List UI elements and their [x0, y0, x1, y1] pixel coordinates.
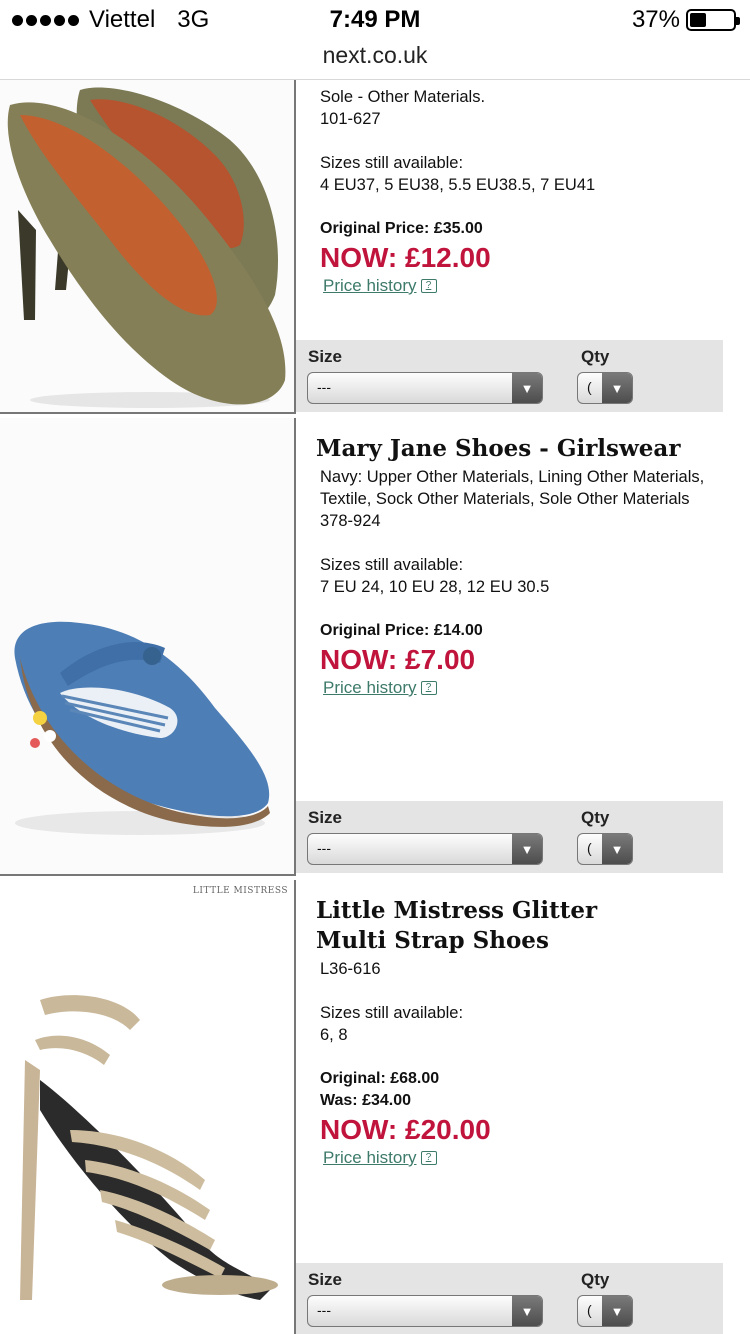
product-image[interactable]: LITTLE MISTRESS [0, 880, 296, 1334]
size-qty-panel: Size Qty --- ▼ ( ▼ [296, 801, 723, 873]
brand-logo: LITTLE MISTRESS [192, 886, 288, 896]
qty-label: Qty [581, 1270, 610, 1289]
glitter-strap-sandal-image [0, 880, 294, 1334]
product-code: 101-627 [320, 110, 381, 128]
help-icon: ? [420, 1151, 437, 1165]
product-code: 378-924 [320, 512, 381, 530]
url-text: next.co.uk [322, 42, 428, 68]
was-price: Was: £34.00 [320, 1092, 412, 1109]
size-select[interactable]: --- ▼ [307, 372, 543, 404]
size-select[interactable]: --- ▼ [307, 1295, 543, 1327]
product-info: Little Mistress Glitter Multi Strap Shoe… [316, 896, 730, 1168]
sizes-heading: Sizes still available: [320, 556, 464, 574]
chevron-down-icon: ▼ [512, 834, 542, 864]
price-history-link[interactable]: Price history ? [323, 678, 437, 698]
qty-select[interactable]: ( ▼ [577, 833, 633, 865]
product-title[interactable]: Mary Jane Shoes - Girlswear [316, 434, 730, 464]
original-price: Original Price: £35.00 [320, 220, 483, 237]
qty-select[interactable]: ( ▼ [577, 372, 633, 404]
qty-select-value: ( [587, 379, 592, 395]
qty-select-value: ( [587, 1302, 592, 1318]
size-select-value: --- [317, 1302, 331, 1318]
battery-icon [686, 9, 740, 31]
price-history-label: Price history [323, 1148, 417, 1167]
size-select-value: --- [317, 840, 331, 856]
product-image[interactable] [0, 418, 296, 876]
chevron-down-icon: ▼ [512, 373, 542, 403]
product-description: Navy: Upper Other Materials, Lining Othe… [320, 468, 705, 508]
sizes-available: 6, 8 [320, 1026, 348, 1044]
price-history-label: Price history [323, 276, 417, 295]
status-bar: Viettel 3G 7:49 PM 37% [0, 0, 750, 40]
product-info: Sole - Other Materials. 101-627 Sizes st… [320, 86, 730, 296]
product-row: Sole - Other Materials. 101-627 Sizes st… [0, 80, 750, 414]
sizes-heading: Sizes still available: [320, 1004, 464, 1022]
size-label: Size [308, 347, 343, 366]
qty-select[interactable]: ( ▼ [577, 1295, 633, 1327]
sizes-available: 4 EU37, 5 EU38, 5.5 EU38.5, 7 EU41 [320, 176, 596, 194]
chevron-down-icon: ▼ [512, 1296, 542, 1326]
green-pump-shoe-image [0, 80, 294, 412]
size-label: Size [308, 808, 343, 827]
size-select[interactable]: --- ▼ [307, 833, 543, 865]
product-description: Sole - Other Materials. [320, 88, 486, 106]
mary-jane-shoe-image [0, 418, 294, 874]
price-history-link[interactable]: Price history ? [323, 276, 437, 296]
qty-select-value: ( [587, 840, 592, 856]
help-icon: ? [420, 279, 437, 293]
size-qty-panel: Size Qty --- ▼ ( ▼ [296, 1263, 723, 1334]
sizes-heading: Sizes still available: [320, 154, 464, 172]
chevron-down-icon: ▼ [602, 1296, 632, 1326]
original-price: Original: £68.00 [320, 1070, 440, 1087]
price-history-label: Price history [323, 678, 417, 697]
sizes-available: 7 EU 24, 10 EU 28, 12 EU 30.5 [320, 578, 550, 596]
product-title[interactable]: Little Mistress Glitter Multi Strap Shoe… [316, 896, 666, 956]
price-history-link[interactable]: Price history ? [323, 1148, 437, 1168]
address-bar[interactable]: next.co.uk [0, 40, 750, 80]
original-price: Original Price: £14.00 [320, 622, 483, 639]
help-icon: ? [420, 681, 437, 695]
status-right: 37% [631, 6, 740, 34]
qty-label: Qty [581, 808, 610, 827]
now-price: NOW: £20.00 [320, 1114, 491, 1145]
qty-label: Qty [581, 347, 610, 366]
size-select-value: --- [317, 379, 331, 395]
chevron-down-icon: ▼ [602, 834, 632, 864]
size-label: Size [308, 1270, 343, 1289]
battery-percent: 37% [631, 6, 680, 33]
product-info: Mary Jane Shoes - Girlswear Navy: Upper … [316, 434, 730, 698]
now-price: NOW: £7.00 [320, 644, 476, 675]
now-price: NOW: £12.00 [320, 242, 491, 273]
product-row: Mary Jane Shoes - Girlswear Navy: Upper … [0, 418, 750, 876]
product-code: L36-616 [320, 960, 381, 978]
product-row: LITTLE MISTRESS Little Mistress Glitter … [0, 880, 750, 1334]
chevron-down-icon: ▼ [602, 373, 632, 403]
product-image[interactable] [0, 80, 296, 414]
size-qty-panel: Size Qty --- ▼ ( ▼ [296, 340, 723, 412]
